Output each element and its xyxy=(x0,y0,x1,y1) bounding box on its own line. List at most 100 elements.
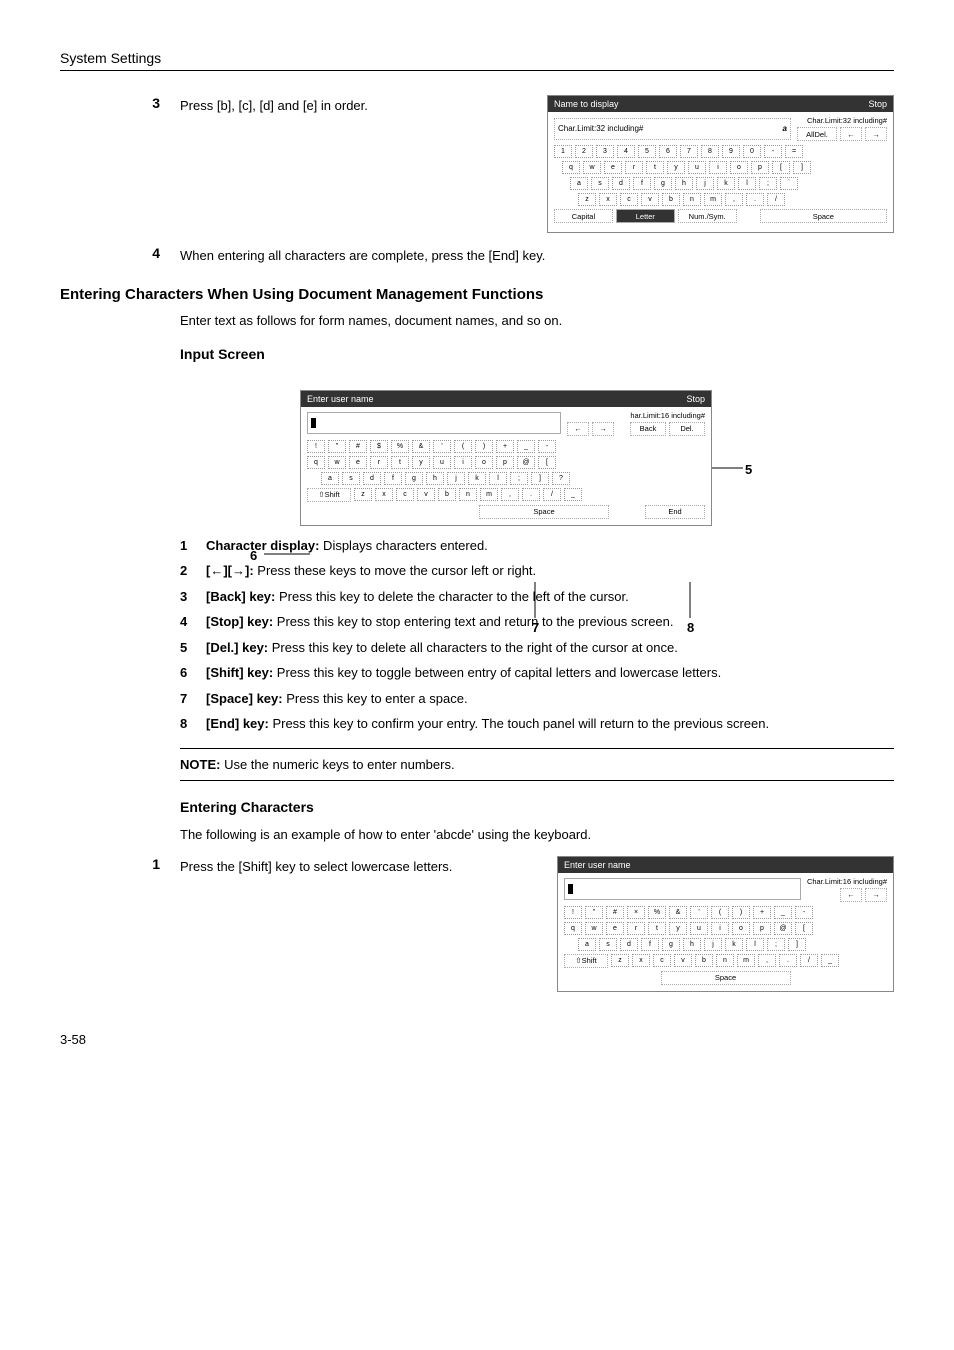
key[interactable]: # xyxy=(606,906,624,919)
key[interactable]: j xyxy=(704,938,722,951)
key[interactable]: q xyxy=(564,922,582,935)
key[interactable]: t xyxy=(391,456,409,469)
key[interactable]: h xyxy=(675,177,693,190)
key[interactable]: h xyxy=(426,472,444,485)
key[interactable]: e xyxy=(606,922,624,935)
key[interactable]: k xyxy=(468,472,486,485)
key[interactable]: k xyxy=(725,938,743,951)
key[interactable]: b xyxy=(695,954,713,967)
key[interactable]: r xyxy=(627,922,645,935)
key[interactable]: x xyxy=(632,954,650,967)
key[interactable]: . xyxy=(746,193,764,206)
key[interactable]: n xyxy=(683,193,701,206)
kb2-del-button[interactable]: Del. xyxy=(669,422,705,436)
key[interactable]: u xyxy=(688,161,706,174)
key[interactable]: # xyxy=(349,440,367,453)
key[interactable]: ! xyxy=(307,440,325,453)
key[interactable]: ) xyxy=(732,906,750,919)
key[interactable]: 1 xyxy=(554,145,572,158)
key[interactable]: c xyxy=(620,193,638,206)
key[interactable]: o xyxy=(732,922,750,935)
key[interactable]: % xyxy=(391,440,409,453)
kb3-right-arrow[interactable]: → xyxy=(865,888,887,902)
key[interactable]: d xyxy=(620,938,638,951)
key[interactable]: 5 xyxy=(638,145,656,158)
kb1-space-button[interactable]: Space xyxy=(760,209,887,223)
kb2-space-button[interactable]: Space xyxy=(479,505,609,519)
key[interactable]: f xyxy=(641,938,659,951)
key[interactable]: , xyxy=(501,488,519,501)
key[interactable]: ! xyxy=(564,906,582,919)
key[interactable]: w xyxy=(585,922,603,935)
key[interactable]: 4 xyxy=(617,145,635,158)
key[interactable]: k xyxy=(717,177,735,190)
key[interactable]: h xyxy=(683,938,701,951)
key[interactable]: ] xyxy=(788,938,806,951)
key[interactable]: + xyxy=(496,440,514,453)
key[interactable]: d xyxy=(612,177,630,190)
key[interactable]: , xyxy=(758,954,776,967)
key[interactable]: 0 xyxy=(743,145,761,158)
key[interactable]: x xyxy=(599,193,617,206)
kb2-input-field[interactable] xyxy=(307,412,561,434)
key[interactable]: × xyxy=(627,906,645,919)
key[interactable]: $ xyxy=(370,440,388,453)
kb1-input-field[interactable]: Char.Limit:32 including# a xyxy=(554,118,791,140)
key[interactable]: ) xyxy=(475,440,493,453)
key[interactable]: - xyxy=(538,440,556,453)
key[interactable]: f xyxy=(384,472,402,485)
key[interactable]: u xyxy=(433,456,451,469)
key[interactable]: s xyxy=(591,177,609,190)
key[interactable]: b xyxy=(438,488,456,501)
key[interactable]: i xyxy=(711,922,729,935)
kb2-stop[interactable]: Stop xyxy=(686,394,705,404)
kb1-capital-button[interactable]: Capital xyxy=(554,209,613,223)
key[interactable]: m xyxy=(704,193,722,206)
kb2-back-button[interactable]: Back xyxy=(630,422,666,436)
key[interactable]: a xyxy=(321,472,339,485)
key[interactable]: v xyxy=(417,488,435,501)
kb3-input-field[interactable] xyxy=(564,878,801,900)
kb1-stop[interactable]: Stop xyxy=(868,99,887,109)
key[interactable]: q xyxy=(562,161,580,174)
key[interactable]: 6 xyxy=(659,145,677,158)
key[interactable]: g xyxy=(654,177,672,190)
key[interactable]: r xyxy=(370,456,388,469)
kb1-left-arrow[interactable]: ← xyxy=(840,127,862,141)
key[interactable]: z xyxy=(354,488,372,501)
kb3-shift-button[interactable]: ⇧ Shift xyxy=(564,954,608,968)
kb1-alldel-button[interactable]: AllDel. xyxy=(797,127,837,141)
key[interactable]: i xyxy=(454,456,472,469)
key[interactable]: , xyxy=(725,193,743,206)
key[interactable]: p xyxy=(751,161,769,174)
key[interactable]: & xyxy=(412,440,430,453)
key[interactable]: " xyxy=(585,906,603,919)
key[interactable]: t xyxy=(646,161,664,174)
key[interactable]: 8 xyxy=(701,145,719,158)
key[interactable]: o xyxy=(730,161,748,174)
kb1-letter-button[interactable]: Letter xyxy=(616,209,675,223)
key[interactable]: v xyxy=(641,193,659,206)
key[interactable]: - xyxy=(795,906,813,919)
key[interactable]: r xyxy=(625,161,643,174)
key[interactable]: z xyxy=(578,193,596,206)
key[interactable]: t xyxy=(648,922,666,935)
key[interactable]: c xyxy=(653,954,671,967)
key[interactable]: z xyxy=(611,954,629,967)
key[interactable]: g xyxy=(405,472,423,485)
key[interactable]: _ xyxy=(517,440,535,453)
key[interactable]: + xyxy=(753,906,771,919)
key[interactable]: m xyxy=(737,954,755,967)
key[interactable]: ; xyxy=(759,177,777,190)
key[interactable]: u xyxy=(690,922,708,935)
key[interactable]: @ xyxy=(517,456,535,469)
key[interactable]: 2 xyxy=(575,145,593,158)
key[interactable]: / xyxy=(543,488,561,501)
key[interactable]: s xyxy=(599,938,617,951)
key[interactable]: 3 xyxy=(596,145,614,158)
key[interactable]: ? xyxy=(552,472,570,485)
key[interactable]: ; xyxy=(767,938,785,951)
kb2-shift-button[interactable]: ⇧ Shift xyxy=(307,488,351,502)
key[interactable]: ] xyxy=(531,472,549,485)
key[interactable]: s xyxy=(342,472,360,485)
